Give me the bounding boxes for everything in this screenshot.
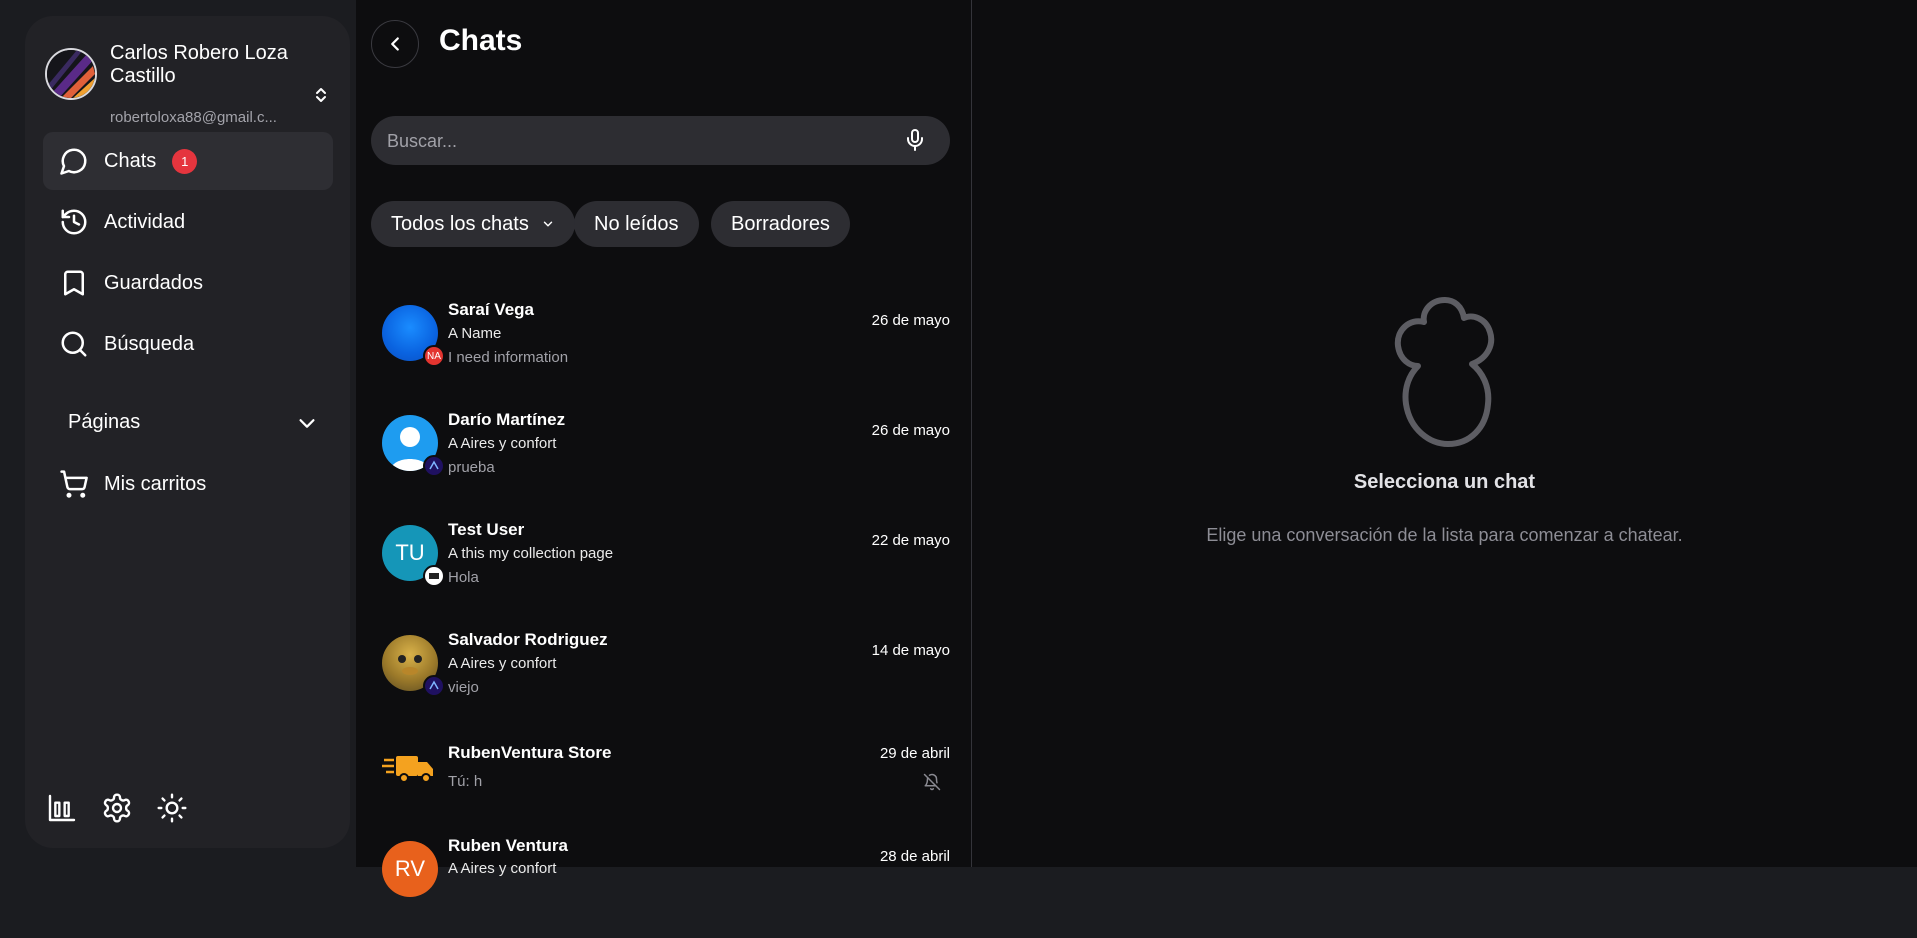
microphone-icon[interactable] [903, 128, 927, 152]
chat-date: 28 de abril [879, 848, 950, 865]
avatar: RV [382, 841, 438, 897]
chat-row[interactable]: TU Test User A this my collection page H… [356, 508, 971, 618]
filter-no-leidos[interactable]: No leídos [574, 201, 699, 247]
chevron-down-icon [299, 419, 315, 428]
sidebar: Carlos Robero Loza Castillo robertoloxa8… [25, 16, 350, 848]
chat-row[interactable]: RV Ruben Ventura A Aires y confort 28 de… [356, 828, 971, 938]
chat-page: A Name [448, 325, 502, 342]
page-logo-icon [423, 675, 445, 697]
chat-name: Salvador Rodriguez [448, 630, 608, 649]
delivery-truck-icon [382, 748, 438, 804]
chat-page: A Aires y confort [448, 655, 557, 672]
chat-last-message: I need information [448, 349, 569, 366]
chat-date: 22 de mayo [871, 532, 950, 549]
sidebar-item-label: Páginas [68, 410, 141, 433]
chat-row[interactable]: NA Saraí Vega A Name I need information … [356, 288, 971, 398]
sidebar-footer [45, 791, 210, 825]
search-icon [59, 329, 89, 359]
history-icon [59, 207, 89, 237]
chat-page: A Aires y confort [448, 435, 557, 452]
sidebar-item-label: Chats [104, 149, 157, 172]
chat-page: A Aires y confort [448, 860, 557, 877]
chat-date: 14 de mayo [871, 642, 950, 659]
sun-icon[interactable] [155, 791, 189, 825]
chat-row[interactable]: Salvador Rodriguez A Aires y confort vie… [356, 618, 971, 728]
filter-label: Todos los chats [391, 212, 529, 235]
sidebar-item-label: Actividad [104, 210, 186, 233]
chat-last-message: prueba [448, 459, 495, 476]
filter-borradores[interactable]: Borradores [711, 201, 850, 247]
chat-page: A this my collection page [448, 545, 614, 562]
chat-last-message: Tú: h [448, 773, 483, 790]
filter-label: Borradores [731, 212, 830, 235]
gear-icon[interactable] [100, 791, 134, 825]
chat-name: Test User [448, 520, 525, 539]
sidebar-item-busqueda[interactable]: Búsqueda [43, 315, 333, 373]
page-badge: NA [423, 345, 445, 367]
profile-name: Carlos Robero Loza Castillo [110, 42, 288, 87]
search-input[interactable] [385, 116, 889, 167]
empty-state-description: Elige una conversación de la lista para … [1206, 525, 1683, 545]
chevron-down-icon [543, 221, 553, 227]
sidebar-item-guardados[interactable]: Guardados [43, 254, 333, 312]
chat-name: RubenVentura Store [448, 743, 612, 762]
empty-state-title: Selecciona un chat [1353, 471, 1536, 493]
chat-placeholder-icon [1394, 297, 1495, 447]
chat-row[interactable]: Darío Martínez A Aires y confort prueba … [356, 398, 971, 508]
bell-off-icon [923, 773, 941, 791]
chevron-up-down-icon [316, 88, 326, 102]
chat-list-panel: Chats Todos los chats No leídos Borrador… [356, 0, 971, 897]
chat-name: Darío Martínez [448, 410, 566, 429]
chat-date: 26 de mayo [871, 312, 950, 329]
chat-detail-panel: Selecciona un chat Elige una conversació… [972, 0, 1917, 867]
sidebar-item-chats[interactable]: Chats 1 [43, 132, 333, 190]
sidebar-item-mis-carritos[interactable]: Mis carritos [43, 455, 333, 513]
chat-name: Ruben Ventura [448, 836, 568, 855]
profile-avatar [45, 48, 97, 100]
chat-last-message: viejo [448, 679, 479, 696]
sidebar-item-label: Mis carritos [104, 472, 207, 495]
chat-bubble-icon [59, 146, 89, 176]
chat-date: 29 de abril [879, 745, 950, 762]
sidebar-item-actividad[interactable]: Actividad [43, 193, 333, 251]
chat-last-message: Hola [448, 569, 479, 586]
filter-label: No leídos [594, 212, 679, 235]
search-bar [371, 116, 950, 167]
filter-todos-los-chats[interactable]: Todos los chats [371, 201, 575, 247]
chat-date: 26 de mayo [871, 422, 950, 439]
chat-row[interactable]: RubenVentura Store Tú: h 29 de abril [356, 728, 971, 838]
page-logo-icon [423, 455, 445, 477]
sidebar-item-paginas[interactable]: Páginas [43, 394, 333, 450]
page-title: Chats [439, 24, 523, 57]
back-button[interactable] [371, 20, 419, 68]
sidebar-item-label: Búsqueda [104, 332, 195, 355]
profile-email: robertoloxa88@gmail.c... [110, 109, 277, 126]
sidebar-item-label: Guardados [104, 271, 203, 294]
chat-name: Saraí Vega [448, 300, 535, 319]
bookmark-icon [59, 268, 89, 298]
profile-switcher[interactable]: Carlos Robero Loza Castillo robertoloxa8… [44, 40, 334, 126]
shopping-cart-icon [59, 469, 89, 499]
unread-badge: 1 [172, 148, 198, 174]
chevron-left-icon [391, 37, 399, 51]
bar-chart-icon[interactable] [45, 791, 79, 825]
page-logo-icon [423, 565, 445, 587]
